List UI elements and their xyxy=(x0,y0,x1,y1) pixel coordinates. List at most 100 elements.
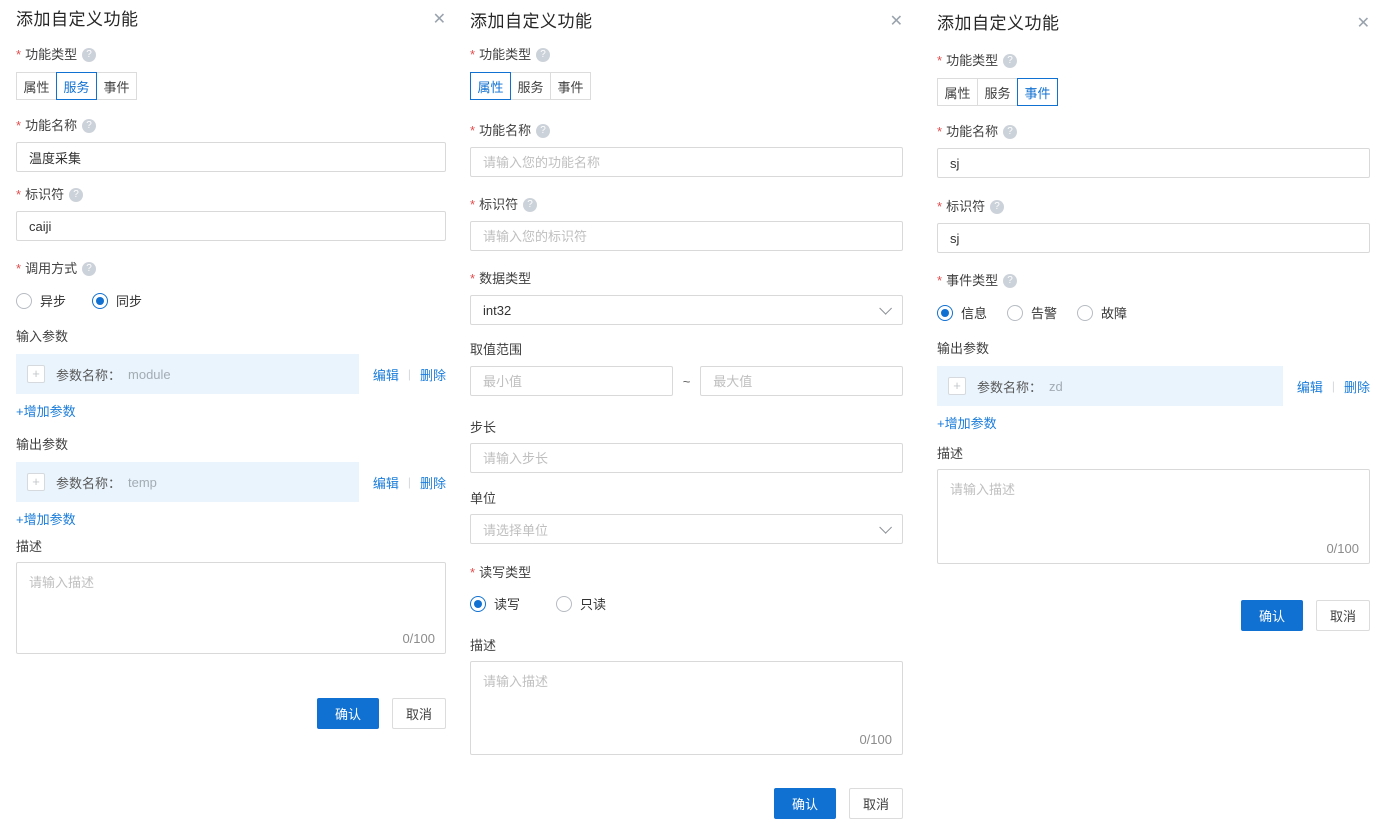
plus-icon: + xyxy=(948,377,966,395)
step-label: 步长 xyxy=(470,419,903,437)
chevron-down-icon xyxy=(879,302,892,315)
required-mark: * xyxy=(470,564,475,582)
dialog-add-custom-function-property: 添加自定义功能 ✕ * 功能类型 ? 属性 服务 事件 * 功能名称 ? * 标… xyxy=(470,0,903,819)
tab-service[interactable]: 服务 xyxy=(56,72,97,100)
add-param-link[interactable]: +增加参数 xyxy=(16,509,76,528)
radio-circle-icon xyxy=(937,305,953,321)
tab-event[interactable]: 事件 xyxy=(550,72,591,100)
radio-alert[interactable]: 告警 xyxy=(1007,303,1057,322)
dialog-add-custom-function-event: 添加自定义功能 ✕ * 功能类型 ? 属性 服务 事件 * 功能名称 ? * 标… xyxy=(937,0,1370,631)
function-type-label: * 功能类型 ? xyxy=(16,46,446,64)
edit-link[interactable]: 编辑 xyxy=(1297,377,1323,396)
char-counter: 0/100 xyxy=(402,631,435,646)
required-mark: * xyxy=(470,122,475,140)
event-type-radio-group: 信息 告警 故障 xyxy=(937,303,1370,322)
link-divider: | xyxy=(408,475,411,489)
description-textarea[interactable] xyxy=(471,662,902,726)
identifier-input[interactable] xyxy=(16,211,446,241)
close-icon[interactable]: ✕ xyxy=(890,10,903,32)
radio-circle-icon xyxy=(556,596,572,612)
required-mark: * xyxy=(470,196,475,214)
radio-async[interactable]: 异步 xyxy=(16,291,66,310)
function-name-label: * 功能名称 ? xyxy=(470,122,903,140)
add-param-link[interactable]: +增加参数 xyxy=(16,401,76,420)
function-type-label: * 功能类型 ? xyxy=(937,52,1370,70)
range-min-input[interactable] xyxy=(470,366,673,396)
data-type-select[interactable]: int32 xyxy=(470,295,903,325)
tab-property[interactable]: 属性 xyxy=(16,72,57,100)
description-field: 0/100 xyxy=(16,562,446,654)
radio-info[interactable]: 信息 xyxy=(937,303,987,322)
description-label: 描述 xyxy=(16,538,446,556)
range-max-input[interactable] xyxy=(700,366,903,396)
description-field: 0/100 xyxy=(470,661,903,755)
identifier-input[interactable] xyxy=(470,221,903,251)
radio-read-write[interactable]: 读写 xyxy=(470,594,520,613)
radio-read-only[interactable]: 只读 xyxy=(556,594,606,613)
param-card: + 参数名称： module xyxy=(16,354,359,394)
step-input[interactable] xyxy=(470,443,903,473)
help-icon[interactable]: ? xyxy=(1003,125,1017,139)
description-textarea[interactable] xyxy=(17,563,445,625)
tab-event[interactable]: 事件 xyxy=(1017,78,1058,106)
plus-icon: + xyxy=(27,365,45,383)
confirm-button[interactable]: 确认 xyxy=(774,788,836,819)
description-textarea[interactable] xyxy=(938,470,1369,535)
radio-fault[interactable]: 故障 xyxy=(1077,303,1127,322)
cancel-button[interactable]: 取消 xyxy=(849,788,903,819)
cancel-button[interactable]: 取消 xyxy=(1316,600,1370,631)
help-icon[interactable]: ? xyxy=(69,188,83,202)
function-name-input[interactable] xyxy=(470,147,903,177)
required-mark: * xyxy=(16,117,21,135)
required-mark: * xyxy=(470,270,475,288)
function-name-input[interactable] xyxy=(937,148,1370,178)
function-name-label: * 功能名称 ? xyxy=(16,117,446,135)
add-param-link[interactable]: +增加参数 xyxy=(937,413,997,432)
required-mark: * xyxy=(937,272,942,290)
link-divider: | xyxy=(1332,379,1335,393)
unit-select[interactable]: 请选择单位 xyxy=(470,514,903,544)
confirm-button[interactable]: 确认 xyxy=(1241,600,1303,631)
help-icon[interactable]: ? xyxy=(82,48,96,62)
help-icon[interactable]: ? xyxy=(1003,54,1017,68)
description-label: 描述 xyxy=(937,445,1370,463)
dialog-title: 添加自定义功能 xyxy=(470,10,593,34)
close-icon[interactable]: ✕ xyxy=(1357,12,1370,34)
confirm-button[interactable]: 确认 xyxy=(317,698,379,729)
cancel-button[interactable]: 取消 xyxy=(392,698,446,729)
close-icon[interactable]: ✕ xyxy=(433,8,446,30)
delete-link[interactable]: 删除 xyxy=(420,365,446,384)
tab-property[interactable]: 属性 xyxy=(937,78,978,106)
rw-type-label: * 读写类型 xyxy=(470,564,903,582)
help-icon[interactable]: ? xyxy=(523,198,537,212)
delete-link[interactable]: 删除 xyxy=(1344,377,1370,396)
radio-sync[interactable]: 同步 xyxy=(92,291,142,310)
tab-service[interactable]: 服务 xyxy=(510,72,551,100)
required-mark: * xyxy=(937,123,942,141)
help-icon[interactable]: ? xyxy=(82,262,96,276)
function-type-label: * 功能类型 ? xyxy=(470,46,903,64)
tab-service[interactable]: 服务 xyxy=(977,78,1018,106)
help-icon[interactable]: ? xyxy=(536,48,550,62)
edit-link[interactable]: 编辑 xyxy=(373,473,399,492)
data-type-label: * 数据类型 xyxy=(470,270,903,288)
identifier-input[interactable] xyxy=(937,223,1370,253)
delete-link[interactable]: 删除 xyxy=(420,473,446,492)
param-card: + 参数名称： temp xyxy=(16,462,359,502)
description-field: 0/100 xyxy=(937,469,1370,564)
value-range-label: 取值范围 xyxy=(470,341,903,359)
help-icon[interactable]: ? xyxy=(1003,274,1017,288)
help-icon[interactable]: ? xyxy=(82,119,96,133)
function-type-tabs: 属性 服务 事件 xyxy=(470,72,903,100)
radio-circle-icon xyxy=(16,293,32,309)
input-params-label: 输入参数 xyxy=(16,328,446,346)
tab-property[interactable]: 属性 xyxy=(470,72,511,100)
help-icon[interactable]: ? xyxy=(990,200,1004,214)
function-name-label: * 功能名称 ? xyxy=(937,123,1370,141)
required-mark: * xyxy=(937,198,942,216)
edit-link[interactable]: 编辑 xyxy=(373,365,399,384)
function-name-input[interactable] xyxy=(16,142,446,172)
tab-event[interactable]: 事件 xyxy=(96,72,137,100)
help-icon[interactable]: ? xyxy=(536,124,550,138)
dialog-title: 添加自定义功能 xyxy=(937,12,1060,36)
